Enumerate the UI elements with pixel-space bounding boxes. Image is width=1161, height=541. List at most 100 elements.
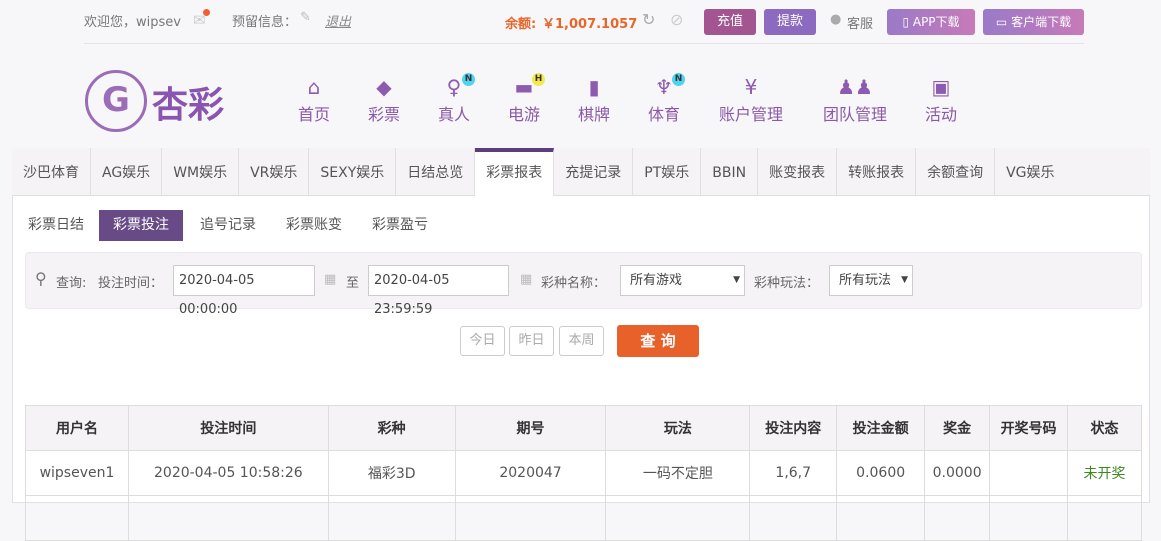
withdraw-button[interactable]: 提款 [764,9,816,35]
nav-slots[interactable]: ▬ H 电游 [507,73,545,125]
nav-label: 彩票 [367,105,400,124]
nav-team[interactable]: ♟♟ 团队管理 [821,75,889,125]
table-row [25,495,1142,541]
col-prize: 奖金 [924,405,991,451]
users-icon: ♟♟ [837,75,873,99]
client-download-button[interactable]: ▭ 客户端下载 [983,9,1084,35]
hot-badge: H [532,73,545,86]
col-play: 玩法 [605,405,751,451]
col-amount: 投注金额 [836,405,926,451]
monitor-icon: ▭ [995,15,1012,29]
chevron-down-icon: ▼ [733,275,740,285]
hide-eye-icon[interactable]: ⊘ [670,10,683,29]
tab-deposit-withdraw[interactable]: 充提记录 [554,148,634,195]
tab-wm[interactable]: WM娱乐 [162,148,240,195]
tab-vr[interactable]: VR娱乐 [239,148,310,195]
edit-icon[interactable]: ✎ [300,10,311,25]
subtab-account-change[interactable]: 彩票账变 [272,210,356,241]
to-label: 至 [346,276,360,291]
nav-lottery[interactable]: ◆ 彩票 [367,75,401,125]
tab-daily-summary[interactable]: 日结总览 [396,148,476,195]
logout-link[interactable]: 退出 [325,11,351,30]
game-select[interactable]: 所有游戏 ▼ [620,265,745,296]
logo-icon[interactable]: G [85,70,147,132]
new-badge: N [672,73,685,86]
refresh-icon[interactable]: ↻ [642,10,655,29]
ticket-icon: ◆ [376,75,392,99]
new-badge: N [462,73,475,86]
col-issue: 期号 [454,405,607,451]
nav-sports[interactable]: ♆ N 体育 [647,73,685,125]
logo-text[interactable]: 杏彩 [152,76,224,128]
trophy-icon: ♆ N [647,73,685,101]
search-button[interactable]: 查 询 [617,325,699,357]
play-select[interactable]: 所有玩法 ▼ [829,265,913,296]
cell-amount: 0.0600 [836,450,926,496]
cell-status: 未开奖 [1067,450,1142,496]
nav-label: 真人 [437,105,470,124]
support-icon: ● [830,12,842,27]
yesterday-button[interactable]: 昨日 [509,326,554,356]
gift-icon: ▣ [931,75,951,99]
cell-content: 1,6,7 [749,450,838,496]
client-download-label: 客户端下载 [1011,15,1072,29]
nav-home[interactable]: ⌂ 首页 [297,75,331,125]
col-bet-time: 投注时间 [127,405,329,451]
calendar-icon[interactable]: ▦ [520,272,532,287]
game-select-value: 所有游戏 [630,273,683,288]
bets-table: 用户名 投注时间 彩种 期号 玩法 投注内容 投注金额 奖金 开奖号码 状态 w… [25,405,1142,541]
subtab-bets[interactable]: 彩票投注 [99,210,183,241]
tab-vg[interactable]: VG娱乐 [995,148,1065,195]
tab-saba[interactable]: 沙巴体育 [12,148,91,195]
chevron-down-icon: ▼ [901,275,908,285]
nav-label: 首页 [297,105,330,124]
today-button[interactable]: 今日 [460,326,505,356]
tab-bbin[interactable]: BBIN [701,148,759,195]
nav-chess[interactable]: ▮ 棋牌 [577,75,611,125]
deposit-button[interactable]: 充值 [704,9,756,35]
welcome-text: 欢迎您，wipsev [84,15,181,30]
balance-value: ￥1,007.1057 [542,17,638,32]
support-link[interactable]: 客服 [847,13,873,32]
cell-issue: 2020047 [454,450,607,496]
query-label: 查询: [56,276,87,291]
tab-lottery-report[interactable]: 彩票报表 [475,148,555,196]
calendar-icon[interactable]: ▦ [324,272,336,287]
nav-label: 活动 [924,105,957,124]
cell-play: 一码不定胆 [605,450,751,496]
subtab-daily[interactable]: 彩票日结 [14,210,98,241]
app-download-button[interactable]: ▯ APP下载 [887,9,975,35]
subtab-chase[interactable]: 追号记录 [186,210,270,241]
tab-balance[interactable]: 余额查询 [916,148,996,195]
phone-icon: ▯ [902,15,913,29]
col-status: 状态 [1067,405,1142,451]
col-content: 投注内容 [749,405,838,451]
cell-lottery: 福彩3D [327,450,456,496]
mail-icon[interactable]: ✉ [193,9,210,29]
this-week-button[interactable]: 本周 [559,326,604,356]
nav-account[interactable]: ¥ 账户管理 [717,75,785,125]
nav-label: 账户管理 [718,105,783,124]
subtab-profit[interactable]: 彩票盈亏 [358,210,442,241]
tab-transfer[interactable]: 转账报表 [837,148,917,195]
table-row[interactable]: wipseven1 2020-04-05 10:58:26 福彩3D 20200… [25,450,1142,496]
nav-live[interactable]: ♀ N 真人 [437,73,475,125]
balance-label: 余额: [505,17,537,32]
tab-ag[interactable]: AG娱乐 [91,148,163,195]
nav-label: 体育 [647,105,680,124]
end-time-input[interactable]: 2020-04-05 23:59:59 [368,265,509,317]
play-select-value: 所有玩法 [839,273,892,288]
nav-label: 电游 [507,105,540,124]
tab-sexy[interactable]: SEXY娱乐 [309,148,397,195]
tab-pt[interactable]: PT娱乐 [633,148,702,195]
game-name-label: 彩种名称： [541,276,607,291]
tab-account-change[interactable]: 账变报表 [758,148,838,195]
start-time-input[interactable]: 2020-04-05 00:00:00 [173,265,315,317]
cell-bet-time: 2020-04-05 10:58:26 [127,450,329,496]
nav-label: 团队管理 [822,105,887,124]
cell-prize: 0.0000 [924,450,991,496]
table-header-row: 用户名 投注时间 彩种 期号 玩法 投注内容 投注金额 奖金 开奖号码 状态 [25,405,1142,451]
reserved-info-label: 预留信息： [232,15,298,30]
nav-promo[interactable]: ▣ 活动 [924,75,958,125]
nav-label: 棋牌 [577,105,610,124]
